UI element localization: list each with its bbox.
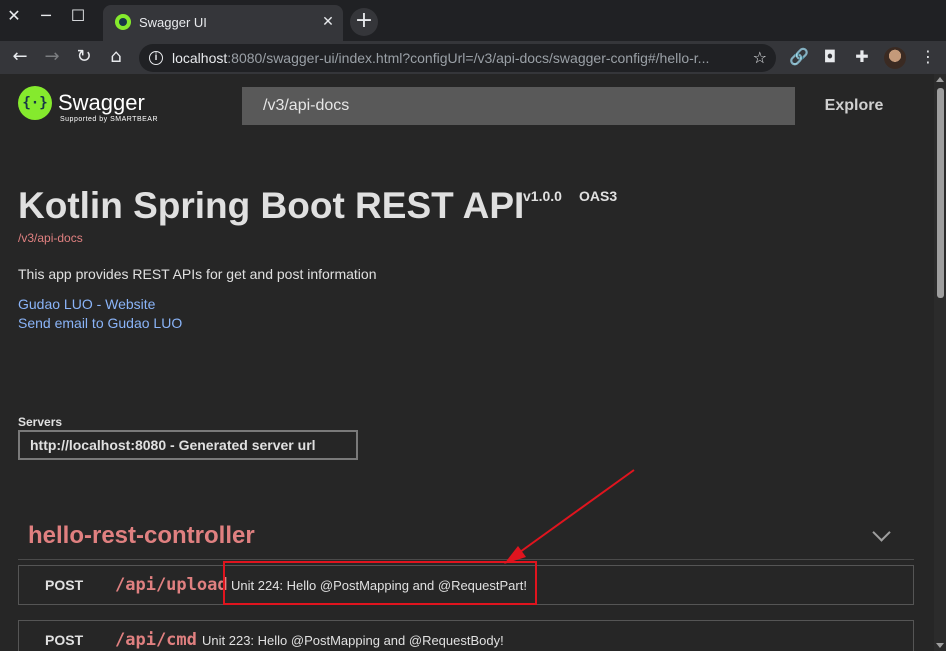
oas-badge: OAS3 [579, 188, 618, 204]
annotation-highlight-box [223, 561, 537, 605]
scroll-up-icon[interactable] [936, 77, 944, 82]
close-window-icon[interactable]: ✕ [2, 4, 26, 28]
tag-name[interactable]: hello-rest-controller [28, 522, 255, 550]
mouse-extension-icon[interactable]: ◘ [820, 47, 840, 67]
site-info-icon[interactable]: i [149, 51, 163, 65]
swagger-page: {·} Swagger Supported by SMARTBEAR /v3/a… [0, 74, 934, 651]
browser-tab[interactable]: Swagger UI ✕ [103, 5, 343, 41]
operation-row-cmd[interactable]: POST /api/cmd Unit 223: Hello @PostMappi… [18, 620, 914, 651]
browser-tab-strip: ✕ ─ ☐ Swagger UI ✕ + [0, 0, 946, 41]
operation-method: POST [45, 577, 84, 593]
swagger-favicon-icon [115, 14, 131, 30]
swagger-logo-icon[interactable]: {·} [18, 86, 52, 120]
home-icon[interactable]: ⌂ [102, 43, 130, 71]
operation-path: /api/cmd [115, 630, 197, 650]
server-select[interactable]: http://localhost:8080 - Generated server… [18, 430, 358, 460]
operation-path: /api/upload [115, 575, 228, 595]
operation-method: POST [45, 632, 84, 648]
contact-website-link[interactable]: Gudao LUO - Website [18, 296, 155, 312]
back-arrow-icon[interactable]: ← [6, 43, 34, 71]
tag-header[interactable]: hello-rest-controller [18, 514, 914, 560]
bookmark-star-icon[interactable]: ☆ [753, 48, 767, 67]
tab-close-icon[interactable]: ✕ [319, 13, 337, 31]
contact-email-link[interactable]: Send email to Gudao LUO [18, 315, 182, 331]
forward-arrow-icon[interactable]: → [38, 43, 66, 71]
swagger-logo-text[interactable]: Swagger [58, 90, 145, 116]
scroll-thumb[interactable] [937, 88, 944, 298]
reload-icon[interactable]: ↻ [70, 43, 98, 71]
address-bar[interactable]: i localhost:8080/swagger-ui/index.html?c… [139, 44, 776, 72]
menu-kebab-icon[interactable]: ⋮ [918, 47, 938, 67]
servers-label: Servers [18, 415, 63, 429]
api-url-input[interactable]: /v3/api-docs [242, 87, 795, 125]
swagger-topbar: {·} Swagger Supported by SMARTBEAR /v3/a… [0, 74, 934, 136]
minimize-icon[interactable]: ─ [34, 4, 58, 28]
maximize-icon[interactable]: ☐ [66, 4, 90, 28]
api-title: Kotlin Spring Boot REST API [18, 185, 525, 226]
browser-toolbar: ← → ↻ ⌂ i localhost:8080/swagger-ui/inde… [0, 41, 946, 74]
chevron-down-icon[interactable] [872, 523, 891, 542]
new-tab-button[interactable]: + [350, 8, 378, 36]
spec-link[interactable]: /v3/api-docs [18, 231, 83, 245]
swagger-logo-subtitle: Supported by SMARTBEAR [60, 116, 159, 123]
extensions-puzzle-icon[interactable]: ✚ [852, 47, 872, 67]
api-description: This app provides REST APIs for get and … [18, 266, 377, 282]
scroll-down-icon[interactable] [936, 643, 944, 648]
profile-avatar[interactable] [884, 47, 906, 69]
url-text[interactable]: localhost:8080/swagger-ui/index.html?con… [172, 50, 709, 66]
version-badge: v1.0.0 [523, 188, 562, 204]
explore-button[interactable]: Explore [795, 87, 913, 125]
operation-summary: Unit 223: Hello @PostMapping and @Reques… [202, 633, 504, 648]
link-extension-icon[interactable]: 🔗 [789, 47, 809, 67]
tab-title: Swagger UI [139, 15, 207, 30]
page-scrollbar[interactable] [934, 74, 946, 651]
